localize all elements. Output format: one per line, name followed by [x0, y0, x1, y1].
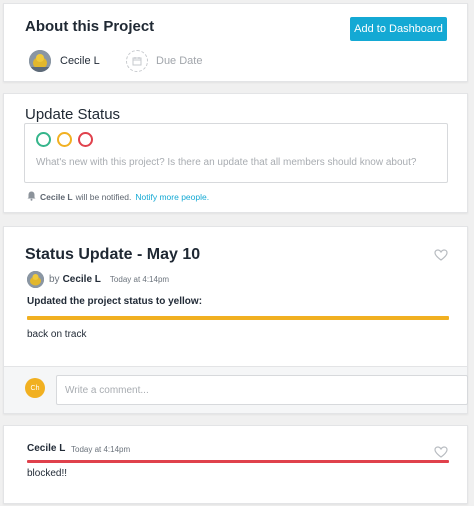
status-update-body: back on track: [27, 329, 87, 340]
owner-avatar[interactable]: [29, 50, 51, 72]
status-update-card: Status Update - May 10 by Cecile L Today…: [3, 226, 468, 414]
status-comment-card: Cecile L Today at 4:14pm blocked!!: [3, 425, 468, 504]
comment-body: blocked!!: [27, 468, 68, 479]
status-update-input[interactable]: What's new with this project? Is there a…: [36, 157, 416, 168]
author-avatar[interactable]: [27, 270, 44, 288]
notify-name: Cecile L: [40, 192, 73, 202]
due-date-label[interactable]: Due Date: [156, 55, 202, 67]
current-user-avatar: Ch: [25, 378, 45, 398]
by-label: by: [49, 273, 60, 285]
about-project-card: About this Project Add to Dashboard Ceci…: [3, 3, 468, 82]
status-yellow-option[interactable]: [57, 132, 72, 147]
update-status-card: Update Status What's new with this proje…: [3, 93, 468, 213]
notify-text: will be notified.: [75, 192, 132, 202]
comment-timestamp: Today at 4:14pm: [71, 445, 131, 454]
status-change-text: Updated the project status to yellow:: [27, 296, 203, 307]
comment-author[interactable]: Cecile L: [27, 443, 65, 454]
heart-icon[interactable]: [434, 445, 448, 458]
status-green-option[interactable]: [36, 132, 51, 147]
post-author-name[interactable]: Cecile L: [63, 274, 101, 285]
notify-more-link[interactable]: Notify more people.: [135, 192, 209, 202]
status-red-option[interactable]: [78, 132, 93, 147]
status-update-title: Status Update - May 10: [25, 246, 201, 263]
comment-area: Ch: [4, 366, 468, 413]
owner-name[interactable]: Cecile L: [60, 55, 100, 67]
add-to-dashboard-button[interactable]: Add to Dashboard: [350, 17, 447, 41]
about-title: About this Project: [25, 18, 155, 35]
notify-row: Cecile L will be notified. Notify more p…: [27, 191, 209, 203]
heart-icon[interactable]: [434, 248, 448, 261]
status-update-composer[interactable]: What's new with this project? Is there a…: [24, 123, 448, 183]
post-author-row: by Cecile L Today at 4:14pm: [27, 270, 169, 288]
status-color-bar: [27, 316, 449, 320]
comment-input[interactable]: [56, 375, 468, 405]
calendar-icon[interactable]: [126, 50, 148, 72]
bell-icon: [27, 191, 36, 203]
update-status-title: Update Status: [25, 106, 121, 123]
status-color-bar: [27, 460, 449, 463]
post-timestamp: Today at 4:14pm: [109, 274, 170, 284]
